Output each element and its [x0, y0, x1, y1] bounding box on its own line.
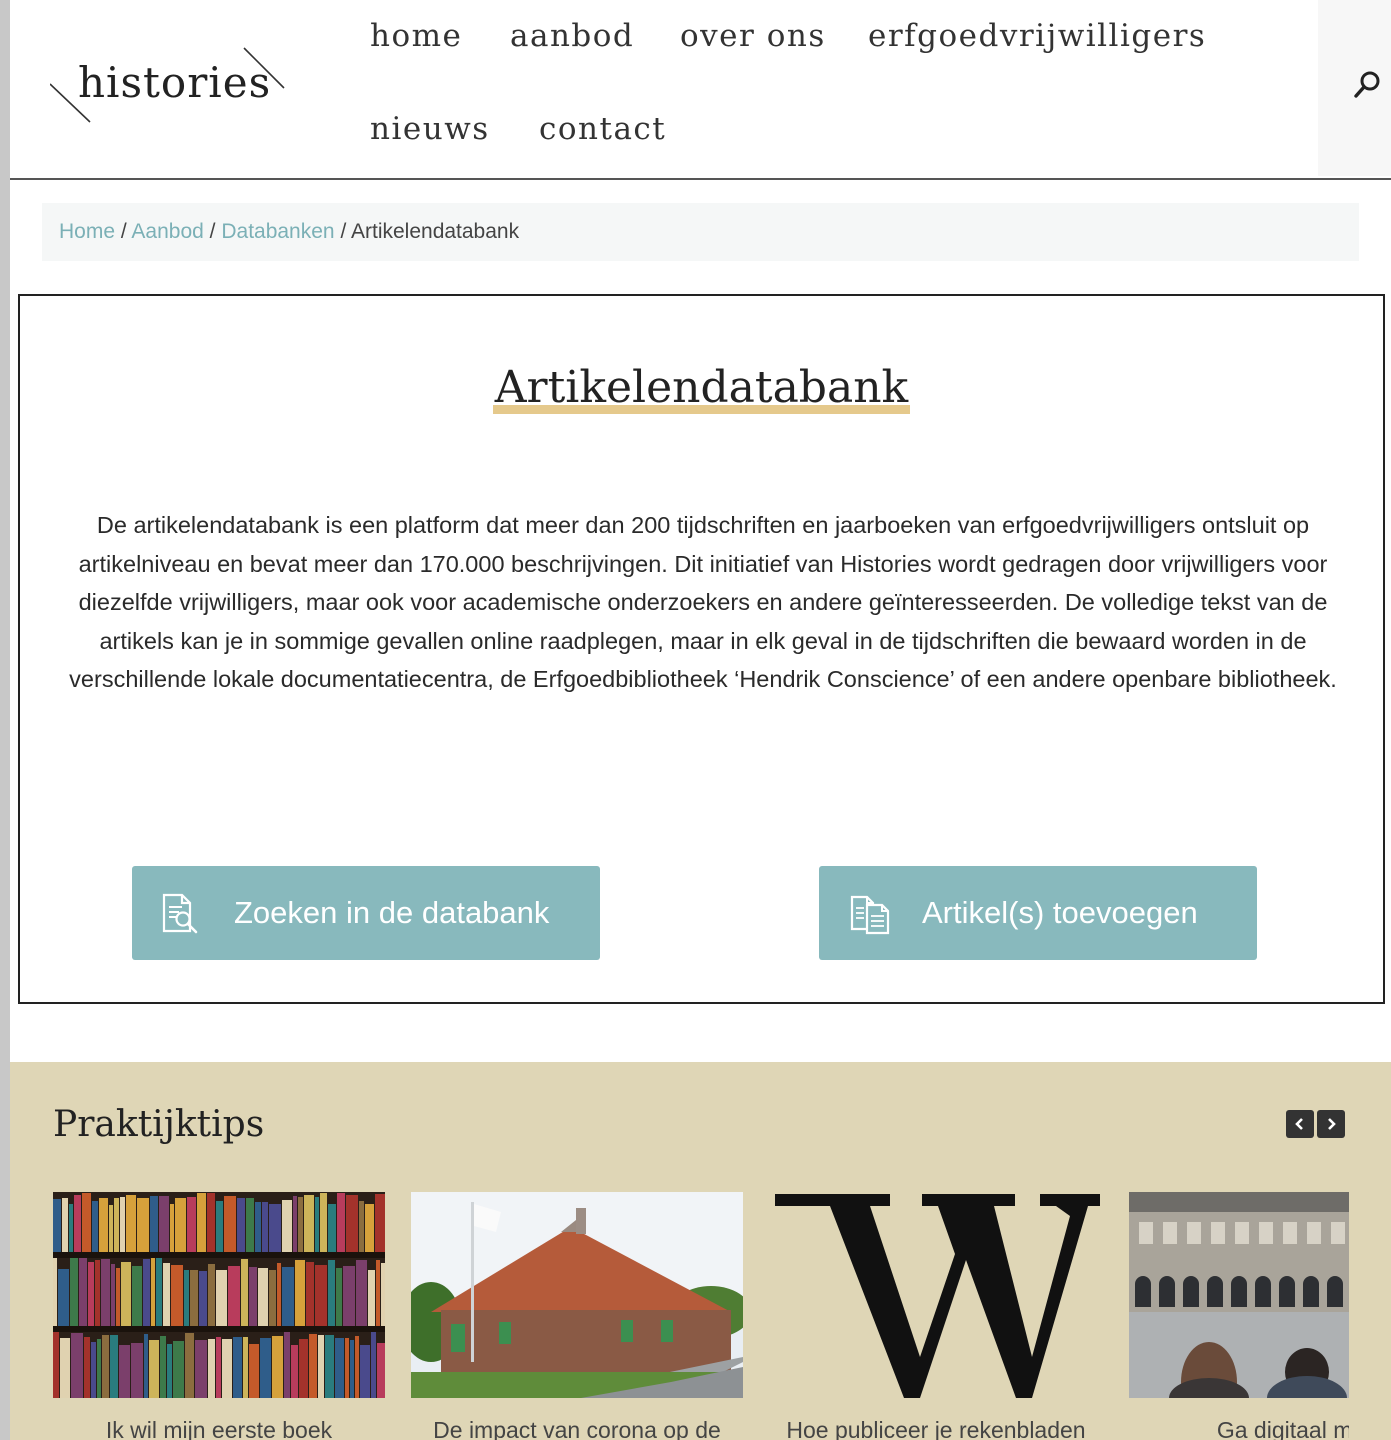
- breadcrumb-aanbod[interactable]: Aanbod: [131, 220, 203, 243]
- page-left-edge: [0, 0, 10, 1440]
- tip-card[interactable]: Ik wil mijn eerste boek: [53, 1192, 385, 1440]
- search-icon: [1354, 71, 1380, 98]
- nav-home[interactable]: home: [370, 18, 462, 54]
- add-articles-button[interactable]: Artikel(s) toevoegen: [819, 866, 1257, 960]
- logo-text: histories: [78, 58, 272, 107]
- add-articles-label: Artikel(s) toevoegen: [922, 895, 1198, 930]
- tip-card[interactable]: De impact van corona op de: [411, 1192, 743, 1440]
- nav-aanbod[interactable]: aanbod: [510, 18, 634, 54]
- carousel-prev-button[interactable]: [1286, 1110, 1314, 1138]
- tip-card[interactable]: Hoe publiceer je rekenbladen: [770, 1192, 1102, 1440]
- page-title: Artikelendatabank: [492, 362, 911, 414]
- documents-icon: [850, 895, 890, 935]
- nav-contact[interactable]: contact: [539, 111, 666, 147]
- breadcrumb-databanken[interactable]: Databanken: [221, 220, 334, 243]
- tip-card[interactable]: Ga digitaal me: [1129, 1192, 1349, 1440]
- search-button[interactable]: [1318, 0, 1391, 176]
- nav-over-ons[interactable]: over ons: [680, 18, 826, 54]
- tip-card-caption: Ga digitaal me: [1216, 1417, 1349, 1440]
- nav-erfgoedvrijwilligers[interactable]: erfgoedvrijwilligers: [868, 18, 1206, 54]
- main-content-box: Artikelendatabank De artikelendatabank i…: [18, 294, 1385, 1004]
- intro-text: De artikelendatabank is een platform dat…: [69, 512, 1337, 692]
- town-hall-square-photo: [1129, 1192, 1349, 1398]
- search-database-label: Zoeken in de databank: [234, 895, 550, 930]
- breadcrumb-separator: /: [209, 220, 216, 243]
- wikipedia-w-logo: [770, 1192, 1102, 1398]
- wikipedia-w-icon: [770, 1192, 1102, 1398]
- breadcrumb: Home / Aanbod / Databanken / Artikelenda…: [42, 203, 1359, 261]
- practical-tips-section: Praktijktips Ik wil mijn eerste boek De …: [10, 1062, 1391, 1440]
- tip-card-caption: Hoe publiceer je rekenbladen: [786, 1417, 1086, 1440]
- search-database-button[interactable]: Zoeken in de databank: [132, 866, 600, 960]
- site-logo[interactable]: histories: [50, 38, 300, 128]
- tips-title: Praktijktips: [53, 1104, 265, 1145]
- document-search-icon: [162, 893, 198, 934]
- site-header: histories home aanbod over ons erfgoedvr…: [10, 0, 1391, 180]
- tip-card-caption: Ik wil mijn eerste boek: [105, 1417, 333, 1440]
- chevron-right-icon: [1328, 1118, 1336, 1130]
- chevron-left-icon: [1295, 1118, 1303, 1130]
- carousel-next-button[interactable]: [1317, 1110, 1345, 1138]
- breadcrumb-separator: /: [340, 220, 347, 243]
- bookshelf-photo: [53, 1192, 385, 1398]
- breadcrumb-separator: /: [120, 220, 127, 243]
- breadcrumb-current: Artikelendatabank: [350, 220, 520, 243]
- tip-card-caption: De impact van corona op de: [433, 1417, 721, 1440]
- breadcrumb-home[interactable]: Home: [59, 220, 115, 243]
- nav-nieuws[interactable]: nieuws: [370, 111, 490, 147]
- brick-farmhouse-photo: [411, 1192, 743, 1398]
